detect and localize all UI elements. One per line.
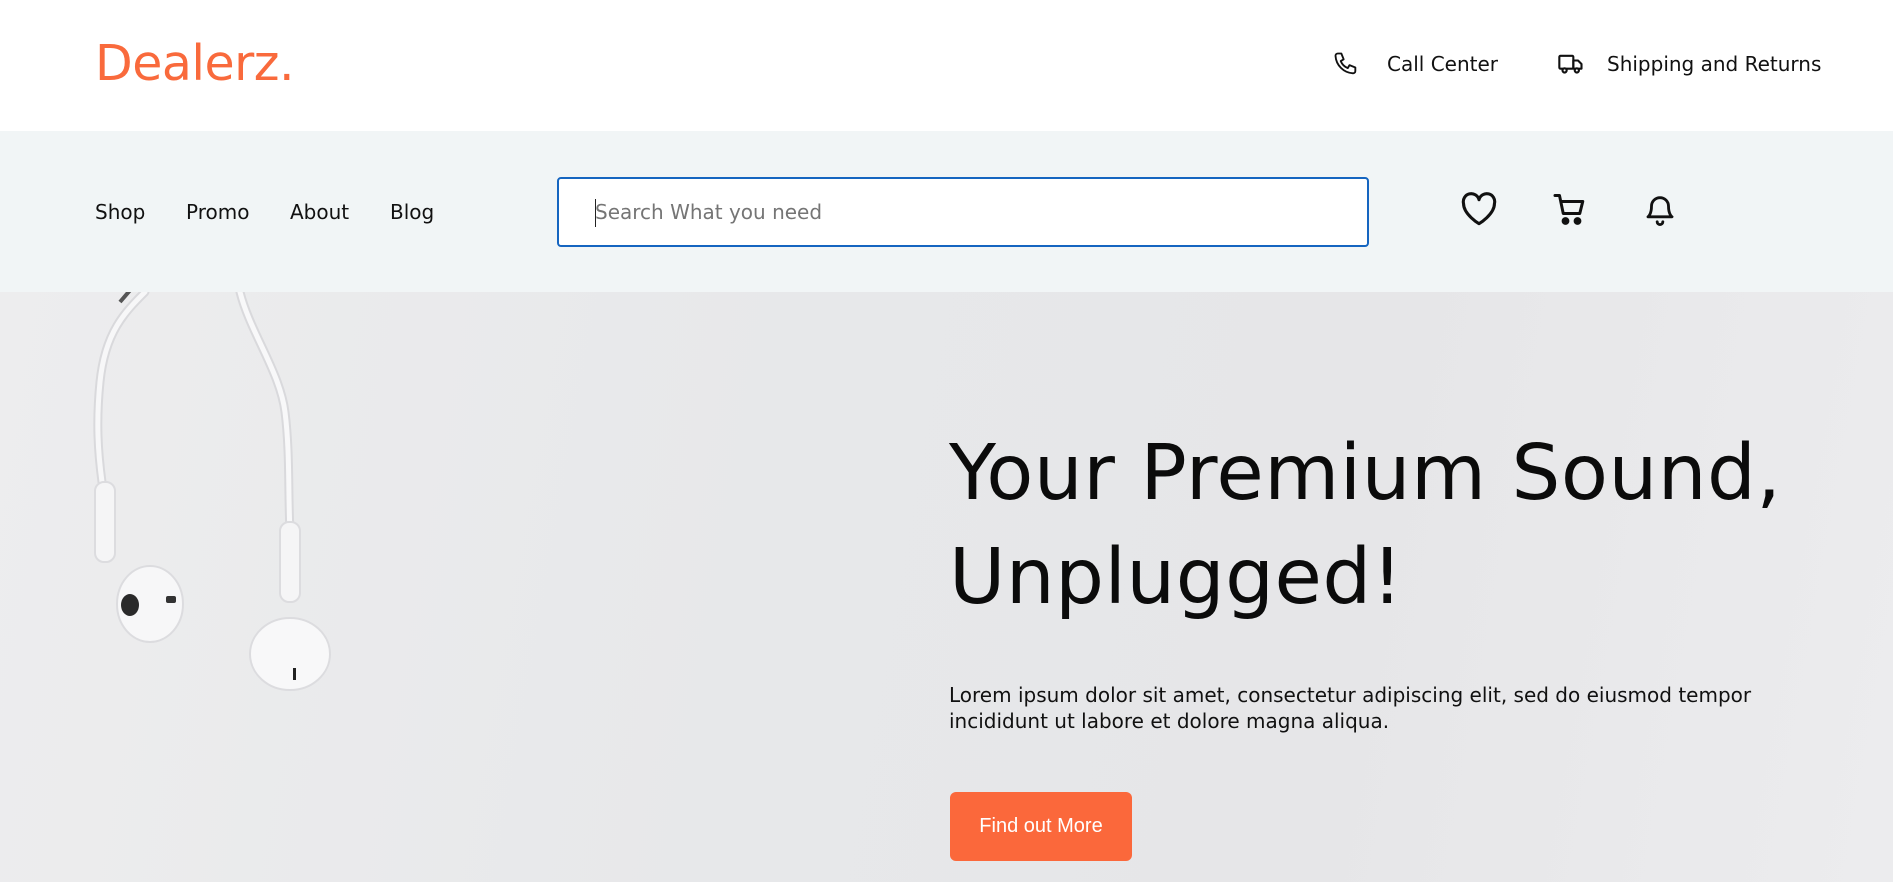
nav-item-shop[interactable]: Shop [95,199,145,225]
notifications-button[interactable] [1640,191,1680,231]
wishlist-button[interactable] [1459,191,1499,231]
truck-icon [1557,50,1585,78]
hero-title-line-2: Unplugged! [949,533,1404,622]
call-center-label: Call Center [1387,52,1499,76]
call-center-link[interactable]: Call Center [1332,48,1498,80]
hero-title: Your Premium Sound, Unplugged! [949,422,1849,630]
find-out-more-button[interactable]: Find out More [950,792,1132,861]
nav-item-about[interactable]: About [290,199,349,225]
nav-item-promo[interactable]: Promo [186,199,249,225]
heart-icon [1460,192,1498,230]
brand-logo[interactable]: Dealerz. [95,34,295,94]
nav-item-blog[interactable]: Blog [390,199,434,225]
search-input[interactable] [595,179,1335,245]
hero-title-line-1: Your Premium Sound, [949,429,1782,518]
search-box [557,177,1369,247]
top-header: Dealerz. Call Center Shipping and Return… [0,0,1893,131]
main-nav: Shop Promo About Blog [0,131,1893,292]
hero-banner: Your Premium Sound, Unplugged! Lorem ips… [0,292,1893,882]
text-caret [595,199,596,227]
earphones-image [93,292,331,691]
phone-icon [1332,50,1360,78]
cart-icon [1552,191,1588,231]
hero-description: Lorem ipsum dolor sit amet, consectetur … [949,683,1752,733]
shipping-returns-link[interactable]: Shipping and Returns [1557,48,1821,80]
shipping-returns-label: Shipping and Returns [1607,52,1822,76]
bell-icon [1643,191,1677,231]
cart-button[interactable] [1550,191,1590,231]
